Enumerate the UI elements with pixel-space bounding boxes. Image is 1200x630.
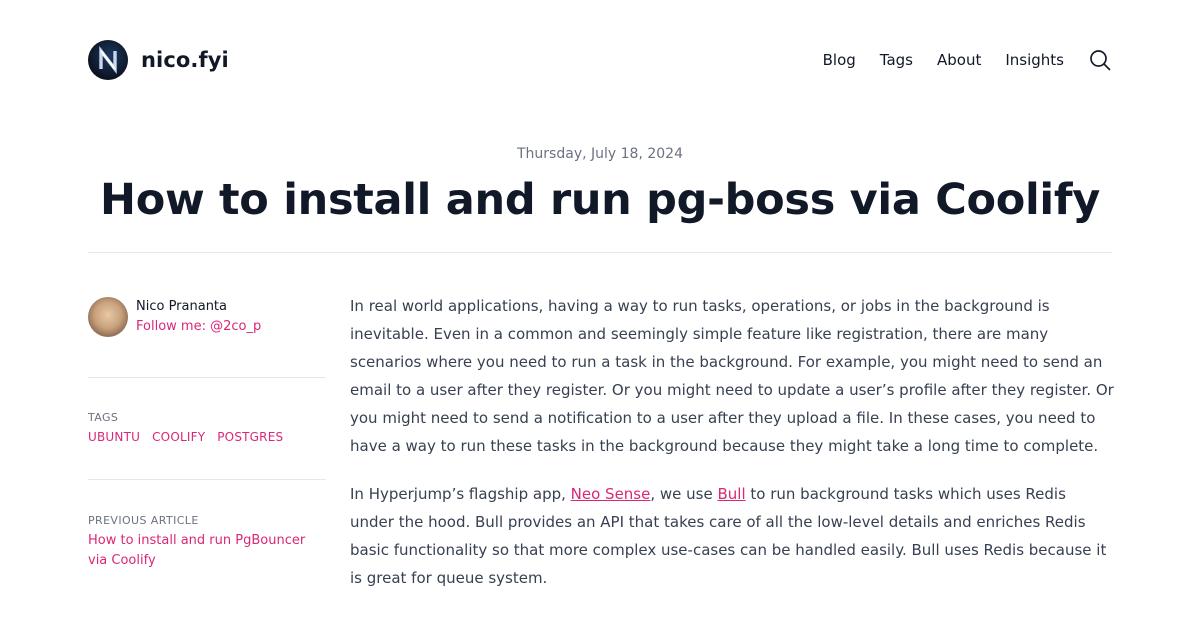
nav-about[interactable]: About bbox=[937, 51, 981, 69]
tag-list: UBUNTU COOLIFY POSTGRES bbox=[88, 428, 326, 446]
previous-article-section: PREVIOUS ARTICLE How to install and run … bbox=[88, 480, 326, 571]
nav-blog[interactable]: Blog bbox=[823, 51, 856, 69]
article-paragraph: In real world applications, having a way… bbox=[350, 297, 1114, 455]
brand-link[interactable]: nico.fyi bbox=[88, 40, 229, 80]
previous-article-label: PREVIOUS ARTICLE bbox=[88, 514, 199, 527]
tags-section: TAGS UBUNTU COOLIFY POSTGRES bbox=[88, 378, 326, 479]
author-info: Nico Prananta Follow me: @2co_p bbox=[136, 297, 261, 337]
title-divider bbox=[88, 252, 1112, 253]
sidebar: Nico Prananta Follow me: @2co_p TAGS UBU… bbox=[88, 296, 326, 571]
main-nav: Blog Tags About Insights bbox=[823, 40, 1112, 80]
tag-coolify[interactable]: COOLIFY bbox=[152, 428, 205, 446]
paragraph-text: , we use bbox=[650, 485, 718, 503]
site-name: nico.fyi bbox=[141, 48, 229, 72]
post-title: How to install and run pg-boss via Cooli… bbox=[100, 175, 1100, 225]
tag-postgres[interactable]: POSTGRES bbox=[217, 428, 283, 446]
nico-logo-icon bbox=[88, 40, 128, 80]
neo-sense-link[interactable]: Neo Sense bbox=[571, 485, 651, 503]
tags-label: TAGS bbox=[88, 411, 119, 424]
avatar bbox=[88, 296, 128, 337]
author-card: Nico Prananta Follow me: @2co_p bbox=[88, 296, 326, 337]
previous-article-link[interactable]: How to install and run PgBouncer via Coo… bbox=[88, 531, 326, 571]
author-name: Nico Prananta bbox=[136, 298, 227, 314]
article-paragraph: In Hyperjump’s flagship app, Neo Sense, … bbox=[350, 480, 1114, 592]
search-icon[interactable] bbox=[1088, 48, 1112, 72]
nav-tags[interactable]: Tags bbox=[880, 51, 913, 69]
site-header: nico.fyi Blog Tags About Insights bbox=[88, 40, 1112, 80]
paragraph-text: In Hyperjump’s flagship app, bbox=[350, 485, 571, 503]
bull-link[interactable]: Bull bbox=[717, 485, 745, 503]
follow-link[interactable]: Follow me: @2co_p bbox=[136, 317, 261, 337]
post-date: Thursday, July 18, 2024 bbox=[517, 146, 683, 162]
article-body: In real world applications, having a way… bbox=[350, 292, 1114, 612]
tag-ubuntu[interactable]: UBUNTU bbox=[88, 428, 140, 446]
nav-insights[interactable]: Insights bbox=[1005, 51, 1064, 69]
